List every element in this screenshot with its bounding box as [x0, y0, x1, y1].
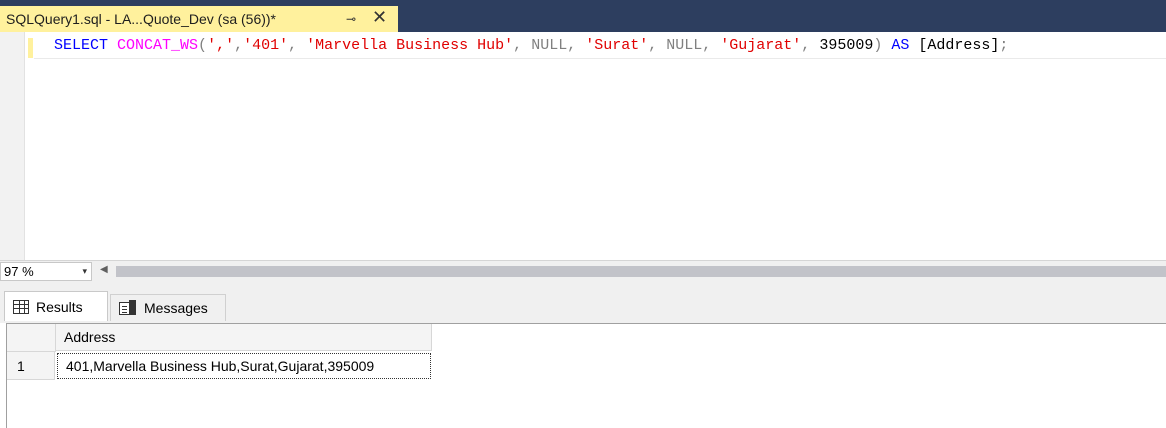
- code-token: '401': [243, 37, 289, 54]
- editor-zoom-bar: 97 % ▾ ◀: [0, 260, 1166, 283]
- code-token: ,: [801, 37, 820, 54]
- code-token: ,: [513, 37, 532, 54]
- messages-icon: [119, 300, 137, 316]
- code-line-1[interactable]: SELECT CONCAT_WS(',','401', 'Marvella Bu…: [54, 37, 1008, 54]
- code-token: 'Marvella Business Hub': [306, 37, 514, 54]
- code-token: NULL: [531, 37, 568, 54]
- close-icon[interactable]: ✕: [372, 7, 387, 28]
- code-token: ',': [207, 37, 235, 54]
- pin-icon[interactable]: ⊸: [346, 12, 356, 26]
- tab-results-label: Results: [36, 298, 83, 315]
- table-cell[interactable]: 401,Marvella Business Hub,Surat,Gujarat,…: [57, 353, 431, 379]
- code-token: ,: [702, 37, 721, 54]
- code-token: 'Surat': [585, 37, 649, 54]
- code-token: ;: [999, 37, 1009, 54]
- query-editor[interactable]: SELECT CONCAT_WS(',','401', 'Marvella Bu…: [0, 32, 1166, 260]
- row-header[interactable]: 1: [7, 352, 55, 380]
- result-tabs: Results Messages: [0, 283, 1166, 323]
- document-tab-sqlquery1[interactable]: SQLQuery1.sql - LA...Quote_Dev (sa (56))…: [0, 6, 398, 32]
- grid-corner-header[interactable]: [7, 324, 56, 352]
- tab-results[interactable]: Results: [4, 291, 108, 321]
- results-grid: Address 1 401,Marvella Business Hub,Sura…: [0, 323, 1166, 428]
- code-token: NULL: [666, 37, 703, 54]
- document-tab-strip: SQLQuery1.sql - LA...Quote_Dev (sa (56))…: [0, 0, 1166, 32]
- grid-icon: [13, 299, 29, 314]
- zoom-dropdown[interactable]: 97 % ▾: [0, 262, 92, 281]
- code-token: 395009: [819, 37, 874, 54]
- zoom-value: 97 %: [4, 264, 34, 279]
- code-token: (: [198, 37, 208, 54]
- scroll-left-icon[interactable]: ◀: [100, 264, 108, 275]
- chevron-down-icon[interactable]: ▾: [82, 263, 87, 280]
- code-token: 'Gujarat': [720, 37, 802, 54]
- code-token: ): [873, 37, 883, 54]
- editor-gutter: [0, 32, 25, 260]
- code-token: ,: [234, 37, 244, 54]
- document-tab-title: SQLQuery1.sql - LA...Quote_Dev (sa (56))…: [6, 11, 276, 27]
- column-header-address[interactable]: Address: [56, 324, 432, 351]
- code-token: ,: [288, 37, 307, 54]
- tab-messages-label: Messages: [144, 300, 208, 316]
- code-token: ,: [567, 37, 586, 54]
- horizontal-scrollbar[interactable]: [116, 266, 1166, 277]
- code-token: ,: [648, 37, 667, 54]
- code-token: [Address]: [909, 37, 1000, 54]
- tab-messages[interactable]: Messages: [110, 294, 226, 321]
- code-token: AS: [891, 37, 910, 54]
- unsaved-change-marker: [28, 38, 33, 58]
- code-token: SELECT: [54, 37, 109, 54]
- current-line-highlight: [34, 58, 1166, 59]
- code-token: CONCAT_WS: [117, 37, 199, 54]
